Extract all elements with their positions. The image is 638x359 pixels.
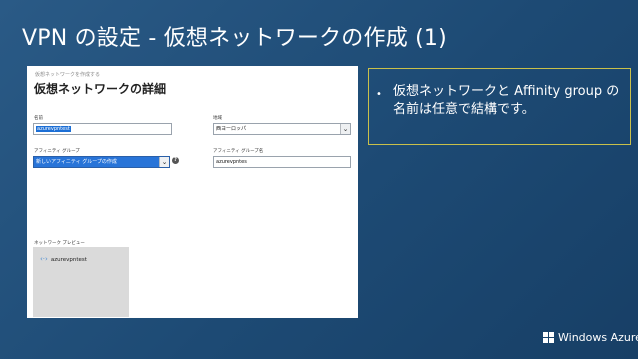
- affinity-group-label: アフィニティ グループ: [34, 149, 80, 154]
- portal-screenshot: 仮想ネットワークを作成する 仮想ネットワークの詳細 名前 azurevpntes…: [27, 66, 358, 318]
- section-title: 仮想ネットワークの詳細: [34, 82, 167, 96]
- name-input-value: azurevpntest: [36, 126, 71, 132]
- chevron-down-icon[interactable]: ⌄: [340, 124, 350, 134]
- network-preview-label: ネットワーク プレビュー: [34, 241, 85, 246]
- breadcrumb: 仮想ネットワークを作成する: [35, 72, 101, 78]
- name-label: 名前: [34, 116, 43, 121]
- affinity-group-name-value: azurevpntes: [216, 159, 247, 165]
- slide-title: VPN の設定 - 仮想ネットワークの作成 (1): [22, 26, 447, 51]
- preview-node: ‹·› azurevpntest: [40, 255, 87, 263]
- region-select[interactable]: 西ヨーロッパ ⌄: [213, 123, 351, 135]
- logo-text: Windows Azure: [558, 331, 638, 344]
- help-icon[interactable]: ?: [172, 157, 179, 164]
- affinity-group-select[interactable]: 新しいアフィニティ グループの作成 ⌄: [33, 156, 170, 168]
- name-input[interactable]: azurevpntest: [33, 123, 172, 135]
- region-select-value: 西ヨーロッパ: [216, 126, 247, 132]
- callout-text: 仮想ネットワークと Affinity group の名前は任意で結構です。: [393, 84, 620, 117]
- affinity-group-select-value: 新しいアフィニティ グループの作成: [36, 159, 117, 165]
- callout-box: • 仮想ネットワークと Affinity group の名前は任意で結構です。: [368, 68, 631, 145]
- windows-azure-logo: Windows Azure: [543, 331, 638, 344]
- bullet: •: [376, 89, 382, 100]
- network-preview: ‹·› azurevpntest: [33, 247, 129, 317]
- preview-node-label: azurevpntest: [50, 257, 87, 263]
- affinity-group-name-label: アフィニティ グループ名: [213, 149, 264, 154]
- windows-logo-icon: [543, 332, 554, 343]
- region-label: 地域: [213, 116, 222, 121]
- chevron-down-icon[interactable]: ⌄: [159, 157, 169, 167]
- network-icon: ‹·›: [40, 255, 48, 263]
- affinity-group-name-input[interactable]: azurevpntes: [213, 156, 351, 168]
